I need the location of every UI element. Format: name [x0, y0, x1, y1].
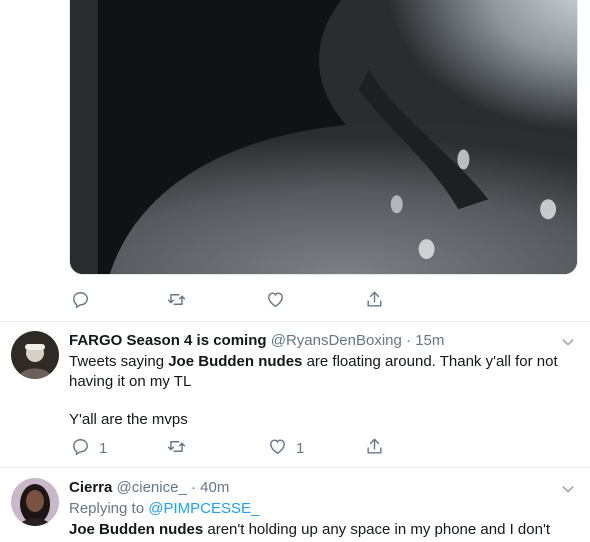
reply-button[interactable]: 1 [71, 437, 107, 460]
tweet-text-part: aren't holding up any space in my phone … [203, 521, 550, 538]
separator-dot: · [406, 332, 412, 349]
replying-to-link[interactable]: @PIMPCESSE_ [148, 500, 259, 517]
share-button[interactable] [365, 290, 384, 313]
display-name[interactable]: FARGO Season 4 is coming [69, 332, 267, 349]
replying-to: Replying to @PIMPCESSE_ [69, 499, 259, 519]
tweet-timestamp[interactable]: 40m [200, 479, 229, 496]
highlighted-term: Joe Budden nudes [168, 353, 303, 370]
tweet-text: Joe Budden nudes aren't holding up any s… [69, 520, 569, 540]
like-button[interactable]: 1 [268, 437, 304, 460]
tweet-media-image[interactable] [69, 0, 578, 275]
tweet-text-paragraph: Y'all are the mvps [69, 411, 188, 428]
more-options-button[interactable] [560, 334, 576, 350]
share-icon [365, 290, 384, 313]
tweet-cierra[interactable]: Cierra @cienice_ · 40m Replying to @PIMP… [0, 468, 590, 542]
reply-count: 1 [99, 439, 108, 457]
heart-icon [266, 290, 285, 313]
replying-to-label: Replying to [69, 500, 149, 517]
display-name[interactable]: Cierra [69, 479, 112, 496]
separator-dot: · [190, 479, 196, 496]
tweet-text: Tweets saying Joe Budden nudes are float… [69, 352, 569, 392]
highlighted-term: Joe Budden nudes [69, 521, 204, 538]
avatar[interactable] [11, 478, 59, 526]
more-options-button[interactable] [560, 481, 576, 497]
chevron-down-icon [560, 484, 576, 501]
tweet-header: FARGO Season 4 is coming @RyansDenBoxing… [69, 331, 444, 351]
tweet-fargo[interactable]: FARGO Season 4 is coming @RyansDenBoxing… [0, 322, 590, 466]
user-handle[interactable]: @RyansDenBoxing [271, 332, 402, 349]
retweet-button[interactable] [167, 437, 186, 460]
heart-icon [268, 437, 287, 460]
reply-icon [71, 437, 90, 460]
share-button[interactable] [365, 437, 384, 460]
tweet-header: Cierra @cienice_ · 40m [69, 478, 229, 498]
retweet-button[interactable] [167, 290, 186, 313]
reply-icon [71, 290, 90, 313]
tweet-text-part: Tweets saying [69, 353, 169, 370]
reply-button[interactable] [71, 290, 90, 313]
user-handle[interactable]: @cienice_ [117, 479, 187, 496]
avatar[interactable] [11, 331, 59, 379]
share-icon [365, 437, 384, 460]
retweet-icon [167, 290, 186, 313]
like-count: 1 [296, 439, 305, 457]
like-button[interactable] [266, 290, 285, 313]
retweet-icon [167, 437, 186, 460]
tweet-timestamp[interactable]: 15m [415, 332, 444, 349]
